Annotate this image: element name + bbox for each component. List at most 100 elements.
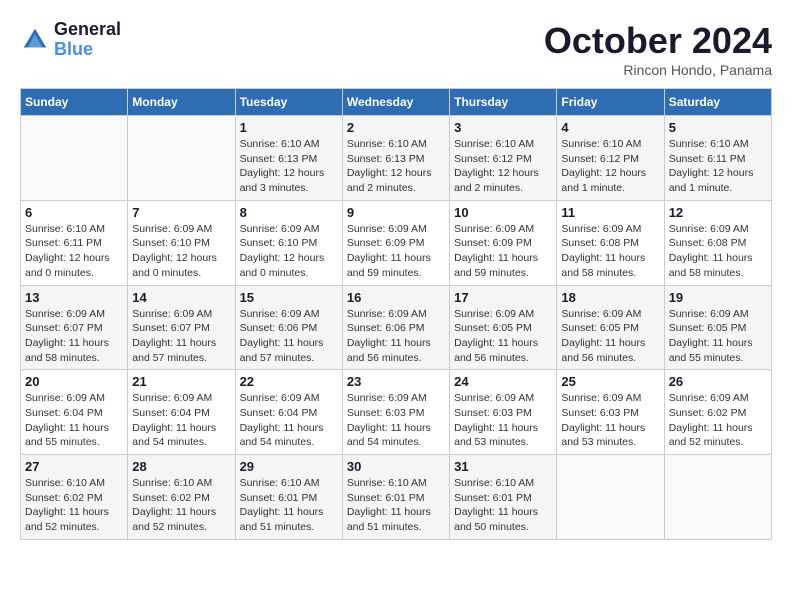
calendar-cell: 31 Sunrise: 6:10 AM Sunset: 6:01 PM Dayli…	[450, 455, 557, 540]
calendar-cell: 7 Sunrise: 6:09 AM Sunset: 6:10 PM Daylig…	[128, 200, 235, 285]
day-info: Sunrise: 6:09 AM Sunset: 6:04 PM Dayligh…	[25, 391, 123, 450]
day-number: 21	[132, 374, 230, 389]
day-info: Sunrise: 6:09 AM Sunset: 6:03 PM Dayligh…	[347, 391, 445, 450]
calendar-cell: 2 Sunrise: 6:10 AM Sunset: 6:13 PM Daylig…	[342, 116, 449, 201]
day-number: 15	[240, 290, 338, 305]
day-info: Sunrise: 6:09 AM Sunset: 6:05 PM Dayligh…	[454, 307, 552, 366]
calendar-cell: 14 Sunrise: 6:09 AM Sunset: 6:07 PM Dayli…	[128, 285, 235, 370]
calendar-cell: 16 Sunrise: 6:09 AM Sunset: 6:06 PM Dayli…	[342, 285, 449, 370]
weekday-header: Saturday	[664, 89, 771, 116]
weekday-header: Sunday	[21, 89, 128, 116]
day-number: 28	[132, 459, 230, 474]
weekday-header: Tuesday	[235, 89, 342, 116]
day-info: Sunrise: 6:10 AM Sunset: 6:01 PM Dayligh…	[454, 476, 552, 535]
logo-text: General Blue	[54, 20, 121, 60]
day-info: Sunrise: 6:09 AM Sunset: 6:05 PM Dayligh…	[561, 307, 659, 366]
day-info: Sunrise: 6:09 AM Sunset: 6:03 PM Dayligh…	[561, 391, 659, 450]
weekday-header: Thursday	[450, 89, 557, 116]
day-number: 8	[240, 205, 338, 220]
day-info: Sunrise: 6:09 AM Sunset: 6:04 PM Dayligh…	[240, 391, 338, 450]
day-info: Sunrise: 6:09 AM Sunset: 6:09 PM Dayligh…	[454, 222, 552, 281]
day-number: 24	[454, 374, 552, 389]
calendar-cell: 11 Sunrise: 6:09 AM Sunset: 6:08 PM Dayli…	[557, 200, 664, 285]
calendar-cell: 6 Sunrise: 6:10 AM Sunset: 6:11 PM Daylig…	[21, 200, 128, 285]
day-info: Sunrise: 6:10 AM Sunset: 6:11 PM Dayligh…	[669, 137, 767, 196]
day-number: 31	[454, 459, 552, 474]
day-number: 2	[347, 120, 445, 135]
calendar-cell: 18 Sunrise: 6:09 AM Sunset: 6:05 PM Dayli…	[557, 285, 664, 370]
calendar-cell: 20 Sunrise: 6:09 AM Sunset: 6:04 PM Dayli…	[21, 370, 128, 455]
calendar-cell: 24Sunrise: 6:09 AM Sunset: 6:03 PM Dayli…	[450, 370, 557, 455]
day-info: Sunrise: 6:10 AM Sunset: 6:11 PM Dayligh…	[25, 222, 123, 281]
day-info: Sunrise: 6:10 AM Sunset: 6:13 PM Dayligh…	[347, 137, 445, 196]
day-info: Sunrise: 6:09 AM Sunset: 6:07 PM Dayligh…	[132, 307, 230, 366]
day-number: 11	[561, 205, 659, 220]
calendar-cell: 8 Sunrise: 6:09 AM Sunset: 6:10 PM Daylig…	[235, 200, 342, 285]
calendar-cell: 30Sunrise: 6:10 AM Sunset: 6:01 PM Dayli…	[342, 455, 449, 540]
day-number: 23	[347, 374, 445, 389]
day-info: Sunrise: 6:09 AM Sunset: 6:10 PM Dayligh…	[240, 222, 338, 281]
day-info: Sunrise: 6:09 AM Sunset: 6:10 PM Dayligh…	[132, 222, 230, 281]
weekday-header: Friday	[557, 89, 664, 116]
day-number: 17	[454, 290, 552, 305]
day-info: Sunrise: 6:09 AM Sunset: 6:05 PM Dayligh…	[669, 307, 767, 366]
calendar-cell: 26Sunrise: 6:09 AM Sunset: 6:02 PM Dayli…	[664, 370, 771, 455]
calendar-week-row: 1 Sunrise: 6:10 AM Sunset: 6:13 PM Daylig…	[21, 116, 772, 201]
day-number: 27	[25, 459, 123, 474]
day-number: 3	[454, 120, 552, 135]
page-header: General Blue October 2024 Rincon Hondo, …	[20, 20, 772, 78]
calendar-cell: 13 Sunrise: 6:09 AM Sunset: 6:07 PM Dayli…	[21, 285, 128, 370]
day-number: 19	[669, 290, 767, 305]
day-number: 22	[240, 374, 338, 389]
calendar-cell: 10 Sunrise: 6:09 AM Sunset: 6:09 PM Dayli…	[450, 200, 557, 285]
calendar-header-row: SundayMondayTuesdayWednesdayThursdayFrid…	[21, 89, 772, 116]
calendar-cell: 17 Sunrise: 6:09 AM Sunset: 6:05 PM Dayli…	[450, 285, 557, 370]
day-number: 16	[347, 290, 445, 305]
calendar-cell: 19 Sunrise: 6:09 AM Sunset: 6:05 PM Dayli…	[664, 285, 771, 370]
calendar-cell: 3Sunrise: 6:10 AM Sunset: 6:12 PM Daylig…	[450, 116, 557, 201]
day-number: 20	[25, 374, 123, 389]
month-title: October 2024	[544, 20, 772, 62]
day-number: 14	[132, 290, 230, 305]
day-info: Sunrise: 6:10 AM Sunset: 6:02 PM Dayligh…	[132, 476, 230, 535]
calendar-week-row: 13 Sunrise: 6:09 AM Sunset: 6:07 PM Dayli…	[21, 285, 772, 370]
calendar-cell: 15 Sunrise: 6:09 AM Sunset: 6:06 PM Dayli…	[235, 285, 342, 370]
day-info: Sunrise: 6:09 AM Sunset: 6:06 PM Dayligh…	[240, 307, 338, 366]
calendar-cell: 22 Sunrise: 6:09 AM Sunset: 6:04 PM Dayli…	[235, 370, 342, 455]
calendar-cell: 28 Sunrise: 6:10 AM Sunset: 6:02 PM Dayli…	[128, 455, 235, 540]
day-number: 13	[25, 290, 123, 305]
day-number: 12	[669, 205, 767, 220]
day-number: 26	[669, 374, 767, 389]
day-number: 6	[25, 205, 123, 220]
calendar-cell: 12Sunrise: 6:09 AM Sunset: 6:08 PM Dayli…	[664, 200, 771, 285]
calendar-cell: 21Sunrise: 6:09 AM Sunset: 6:04 PM Dayli…	[128, 370, 235, 455]
calendar-cell: 27 Sunrise: 6:10 AM Sunset: 6:02 PM Dayli…	[21, 455, 128, 540]
calendar-week-row: 27 Sunrise: 6:10 AM Sunset: 6:02 PM Dayli…	[21, 455, 772, 540]
day-number: 25	[561, 374, 659, 389]
weekday-header: Monday	[128, 89, 235, 116]
calendar-table: SundayMondayTuesdayWednesdayThursdayFrid…	[20, 88, 772, 540]
day-number: 10	[454, 205, 552, 220]
day-info: Sunrise: 6:09 AM Sunset: 6:06 PM Dayligh…	[347, 307, 445, 366]
title-area: October 2024 Rincon Hondo, Panama	[544, 20, 772, 78]
day-info: Sunrise: 6:09 AM Sunset: 6:07 PM Dayligh…	[25, 307, 123, 366]
calendar-week-row: 20 Sunrise: 6:09 AM Sunset: 6:04 PM Dayli…	[21, 370, 772, 455]
logo-icon	[20, 25, 50, 55]
day-number: 1	[240, 120, 338, 135]
calendar-cell: 29Sunrise: 6:10 AM Sunset: 6:01 PM Dayli…	[235, 455, 342, 540]
day-number: 7	[132, 205, 230, 220]
calendar-cell: 9Sunrise: 6:09 AM Sunset: 6:09 PM Daylig…	[342, 200, 449, 285]
day-number: 4	[561, 120, 659, 135]
calendar-cell: 4Sunrise: 6:10 AM Sunset: 6:12 PM Daylig…	[557, 116, 664, 201]
day-info: Sunrise: 6:09 AM Sunset: 6:08 PM Dayligh…	[561, 222, 659, 281]
day-info: Sunrise: 6:09 AM Sunset: 6:09 PM Dayligh…	[347, 222, 445, 281]
calendar-cell: 5 Sunrise: 6:10 AM Sunset: 6:11 PM Daylig…	[664, 116, 771, 201]
day-number: 18	[561, 290, 659, 305]
day-info: Sunrise: 6:10 AM Sunset: 6:01 PM Dayligh…	[240, 476, 338, 535]
day-number: 30	[347, 459, 445, 474]
calendar-cell	[664, 455, 771, 540]
day-info: Sunrise: 6:10 AM Sunset: 6:13 PM Dayligh…	[240, 137, 338, 196]
day-info: Sunrise: 6:10 AM Sunset: 6:02 PM Dayligh…	[25, 476, 123, 535]
calendar-cell: 1 Sunrise: 6:10 AM Sunset: 6:13 PM Daylig…	[235, 116, 342, 201]
day-number: 5	[669, 120, 767, 135]
